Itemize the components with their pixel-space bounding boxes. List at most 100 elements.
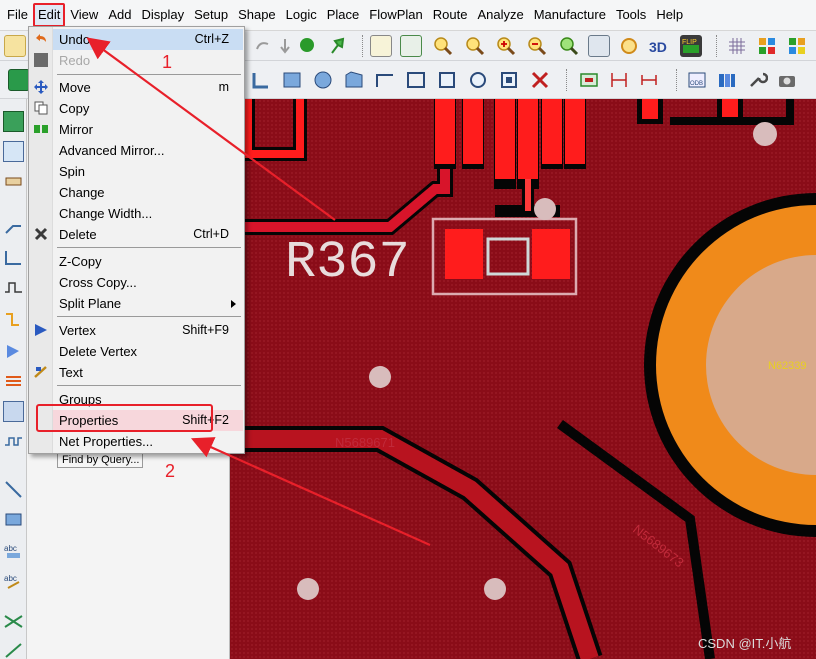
wrench-icon[interactable] — [746, 69, 769, 91]
pin-icon[interactable] — [326, 35, 348, 57]
menu-item-delete[interactable]: Delete Ctrl+D — [53, 224, 243, 245]
design-toolbar-icon[interactable] — [8, 69, 30, 91]
menu-logic[interactable]: Logic — [281, 3, 322, 27]
copy-icon — [34, 101, 48, 115]
menu-item-advanced-mirror[interactable]: Advanced Mirror... — [53, 140, 243, 161]
odb-icon[interactable]: ODB — [686, 69, 708, 91]
menu-item-undo[interactable]: Undo Ctrl+Z — [53, 29, 243, 50]
menu-tools[interactable]: Tools — [611, 3, 651, 27]
menu-help[interactable]: Help — [651, 3, 688, 27]
cross-wire-icon[interactable] — [3, 611, 24, 632]
abc-text-icon[interactable]: abc — [3, 539, 24, 560]
zoom-window-icon[interactable] — [464, 35, 486, 57]
wire-icon[interactable] — [3, 217, 24, 238]
menu-view[interactable]: View — [65, 3, 103, 27]
array-icon[interactable] — [3, 401, 24, 422]
menu-item-spin[interactable]: Spin — [53, 161, 243, 182]
menu-place[interactable]: Place — [322, 3, 365, 27]
zoom-in-icon[interactable] — [495, 35, 517, 57]
menu-item-copy[interactable]: Copy — [53, 98, 243, 119]
menu-item-vertex[interactable]: Vertex Shift+F9 — [53, 320, 243, 341]
pcb-canvas[interactable]: R367 N62339 N5689671 N5689673 — [230, 99, 816, 659]
hollow-rectangle-icon[interactable] — [405, 69, 427, 91]
menu-separator — [57, 385, 241, 386]
dimension-icon[interactable] — [578, 69, 600, 91]
net-label-trace-2: N5689673 — [630, 522, 687, 571]
annotation-step-1: 1 — [162, 52, 173, 72]
menu-item-net-properties[interactable]: Net Properties... — [53, 431, 243, 452]
menu-item-mirror[interactable]: Mirror — [53, 119, 243, 140]
polygon-icon[interactable] — [343, 69, 365, 91]
menu-analyze[interactable]: Analyze — [472, 3, 528, 27]
menu-add[interactable]: Add — [103, 3, 136, 27]
abc-edit-icon[interactable]: abc — [3, 569, 24, 590]
library-icon[interactable] — [716, 69, 738, 91]
grid-icon[interactable] — [726, 35, 748, 57]
menu-route[interactable]: Route — [428, 3, 473, 27]
route-icon[interactable] — [3, 247, 24, 268]
tuning-icon[interactable] — [3, 309, 24, 330]
zoom-out-icon[interactable] — [526, 35, 548, 57]
camera-icon[interactable] — [776, 69, 798, 91]
menu-manufacture[interactable]: Manufacture — [529, 3, 611, 27]
grid-view-icon[interactable] — [370, 35, 392, 57]
diagonal-icon[interactable] — [3, 639, 24, 659]
menu-item-text[interactable]: Text — [53, 362, 243, 383]
board-view-icon[interactable] — [588, 35, 610, 57]
toolbar-separator — [566, 69, 567, 91]
vertical-dimension-icon[interactable] — [638, 69, 660, 91]
menu-item-properties[interactable]: Properties Shift+F2 — [53, 410, 243, 431]
menu-display[interactable]: Display — [136, 3, 189, 27]
3d-view-icon[interactable]: 3D — [648, 35, 670, 57]
zoom-icon[interactable] — [432, 35, 454, 57]
undo-icon — [36, 34, 46, 42]
find-by-query-button[interactable]: Find by Query... — [57, 452, 143, 468]
redo-arrow-icon[interactable] — [252, 35, 274, 57]
circle-icon[interactable] — [312, 69, 334, 91]
board-outline-icon[interactable] — [400, 35, 422, 57]
menu-separator — [57, 247, 241, 248]
rectangle-icon[interactable] — [281, 69, 303, 91]
box-icon[interactable] — [3, 509, 24, 530]
menu-setup[interactable]: Setup — [189, 3, 233, 27]
menu-file[interactable]: File — [2, 3, 33, 27]
menu-flowplan[interactable]: FlowPlan — [364, 3, 427, 27]
layer-stack-icon[interactable] — [3, 371, 24, 392]
refresh-icon[interactable] — [618, 35, 640, 57]
forward-icon[interactable] — [3, 341, 24, 362]
delete-shape-icon[interactable] — [529, 69, 551, 91]
wave-icon[interactable] — [3, 431, 24, 452]
layers-icon[interactable] — [756, 35, 778, 57]
pulse-icon[interactable] — [3, 277, 24, 298]
menu-item-z-copy[interactable]: Z-Copy — [53, 251, 243, 272]
corner-icon[interactable] — [250, 69, 272, 91]
flip-view-icon[interactable]: FLIP — [680, 35, 702, 57]
line-icon[interactable] — [3, 479, 24, 500]
menu-shape[interactable]: Shape — [233, 3, 281, 27]
menu-item-change[interactable]: Change — [53, 182, 243, 203]
menu-item-delete-vertex[interactable]: Delete Vertex — [53, 341, 243, 362]
horizontal-dimension-icon[interactable] — [608, 69, 630, 91]
part-icon[interactable] — [3, 141, 24, 162]
cutout-icon[interactable] — [498, 69, 520, 91]
green-leaf-icon[interactable] — [296, 35, 318, 57]
menu-edit[interactable]: Edit — [32, 3, 66, 27]
menu-item-redo[interactable]: Redo — [53, 50, 243, 71]
menu-item-change-width[interactable]: Change Width... — [53, 203, 243, 224]
menu-item-move[interactable]: Move m — [53, 77, 243, 98]
menu-item-split-plane[interactable]: Split Plane — [53, 293, 243, 314]
hollow-square-icon[interactable] — [436, 69, 458, 91]
colors-icon[interactable] — [786, 35, 808, 57]
component-icon[interactable] — [3, 111, 24, 132]
zoom-previous-icon[interactable] — [558, 35, 580, 57]
new-file-icon[interactable] — [4, 35, 26, 57]
svg-text:abc: abc — [4, 574, 17, 583]
menu-item-cross-copy[interactable]: Cross Copy... — [53, 272, 243, 293]
resistor-icon[interactable] — [3, 171, 24, 192]
down-arrow-icon[interactable] — [274, 35, 296, 57]
hollow-circle-icon[interactable] — [467, 69, 489, 91]
menu-item-groups[interactable]: Groups — [53, 389, 243, 410]
annotation-step-2: 2 — [165, 461, 176, 481]
toolbar-separator — [716, 35, 717, 57]
path-icon[interactable] — [374, 69, 396, 91]
